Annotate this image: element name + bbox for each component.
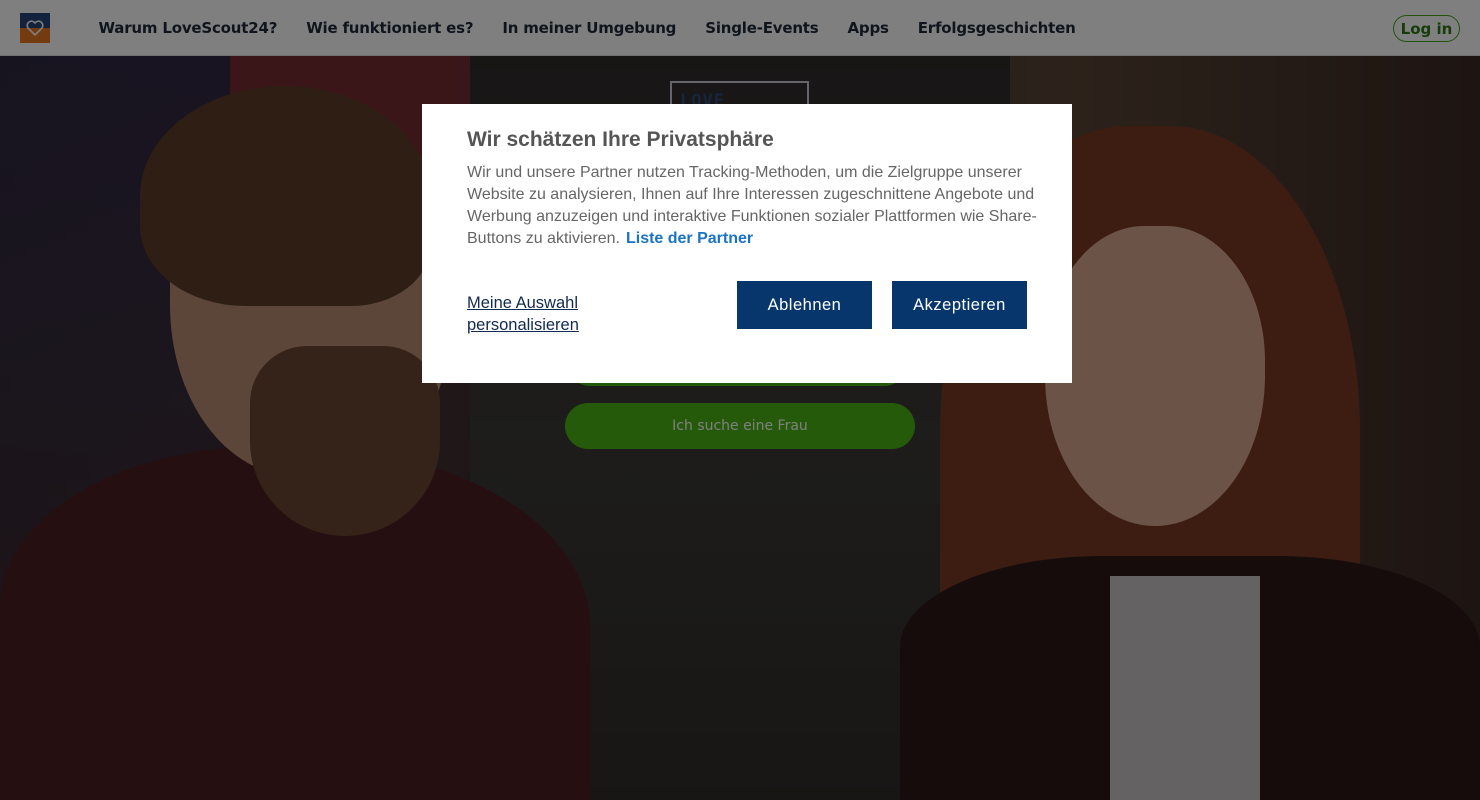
reject-button[interactable]: Ablehnen [737,281,872,329]
personalize-link[interactable]: Meine Auswahl personalisieren [467,292,647,336]
dialog-title: Wir schätzen Ihre Privatsphäre [467,128,774,151]
accept-button[interactable]: Akzeptieren [892,281,1027,329]
cookie-consent-dialog: Wir schätzen Ihre Privatsphäre Wir und u… [422,104,1072,383]
partner-list-link[interactable]: Liste der Partner [626,230,753,247]
dialog-body: Wir und unsere Partner nutzen Tracking-M… [467,162,1037,250]
